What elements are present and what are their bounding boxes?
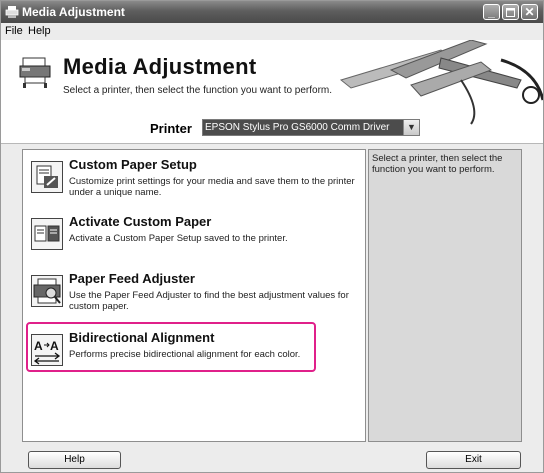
printer-app-icon bbox=[5, 6, 19, 18]
help-button[interactable]: Help bbox=[28, 451, 121, 469]
printer-header-icon bbox=[19, 57, 51, 88]
selection-highlight bbox=[26, 322, 316, 372]
custom-paper-setup-icon bbox=[31, 161, 63, 193]
exit-button[interactable]: Exit bbox=[426, 451, 521, 469]
function-title: Paper Feed Adjuster bbox=[69, 271, 195, 286]
window-title: Media Adjustment bbox=[22, 5, 125, 19]
tools-illustration-icon bbox=[339, 40, 543, 125]
page-subtitle: Select a printer, then select the functi… bbox=[63, 85, 333, 96]
function-description: Use the Paper Feed Adjuster to find the … bbox=[69, 290, 349, 312]
maximize-button[interactable] bbox=[502, 4, 519, 20]
minimize-button[interactable]: _ bbox=[483, 4, 500, 20]
paper-feed-adjuster-icon bbox=[31, 275, 63, 307]
menu-bar: File Help bbox=[1, 23, 543, 40]
printer-select[interactable]: EPSON Stylus Pro GS6000 Comm Driver ▼ bbox=[202, 119, 420, 136]
info-panel: Select a printer, then select the functi… bbox=[368, 149, 522, 442]
maximize-icon bbox=[506, 8, 515, 17]
page-title: Media Adjustment bbox=[63, 54, 257, 79]
printer-label: Printer bbox=[150, 121, 192, 136]
activate-custom-paper-icon bbox=[31, 218, 63, 250]
menu-file[interactable]: File bbox=[5, 25, 23, 37]
function-list: Custom Paper Setup Customize print setti… bbox=[22, 149, 366, 442]
minimize-icon: _ bbox=[488, 5, 495, 19]
close-button[interactable]: ✕ bbox=[521, 4, 538, 20]
media-adjustment-window: Media Adjustment _ ✕ File Help Media Adj… bbox=[0, 0, 544, 473]
function-title: Activate Custom Paper bbox=[69, 214, 212, 229]
printer-select-value: EPSON Stylus Pro GS6000 Comm Driver bbox=[203, 120, 403, 135]
chevron-down-icon[interactable]: ▼ bbox=[403, 120, 419, 135]
menu-help[interactable]: Help bbox=[28, 25, 51, 37]
info-panel-text: Select a printer, then select the functi… bbox=[372, 153, 503, 175]
header-banner: Media Adjustment Select a printer, then … bbox=[1, 40, 543, 144]
title-bar[interactable]: Media Adjustment _ ✕ bbox=[1, 1, 543, 23]
function-description: Customize print settings for your media … bbox=[69, 176, 355, 198]
close-icon: ✕ bbox=[524, 5, 535, 19]
function-title: Custom Paper Setup bbox=[69, 157, 197, 172]
function-description: Activate a Custom Paper Setup saved to t… bbox=[69, 233, 288, 244]
